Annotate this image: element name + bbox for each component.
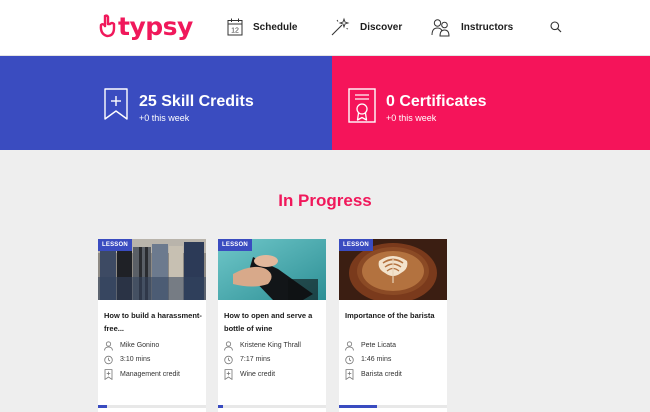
lesson-progress-bar	[98, 405, 206, 408]
lesson-thumbnail: LESSON	[339, 239, 447, 300]
search-icon	[550, 21, 562, 33]
logo-text: typsy	[118, 11, 193, 41]
certificates-weekly: +0 this week	[386, 113, 437, 123]
lesson-card[interactable]: LESSON How to open and serve a bottle of…	[218, 239, 326, 412]
lesson-credit: Management credit	[104, 369, 180, 380]
lesson-progress-fill	[339, 405, 377, 408]
lesson-duration: 1:46 mins	[345, 354, 391, 365]
certificate-icon	[348, 88, 376, 123]
lesson-progress-fill	[98, 405, 107, 408]
author-name: Mike Gonino	[120, 342, 160, 349]
top-header: typsy 12 Schedule Discover Instructors	[0, 0, 650, 56]
lesson-progress-bar	[218, 405, 326, 408]
clock-icon	[345, 355, 354, 364]
skill-credits-banner[interactable]: 25 Skill Credits +0 this week	[0, 56, 332, 150]
calendar-day-number: 12	[231, 28, 239, 35]
lesson-credit: Wine credit	[224, 369, 275, 380]
lesson-card[interactable]: LESSON How to build a harassment-free...…	[98, 239, 206, 412]
lesson-duration: 7:17 mins	[224, 354, 270, 365]
duration-text: 1:46 mins	[361, 356, 392, 363]
lesson-author: Mike Gonino	[104, 340, 159, 351]
lesson-thumbnail: LESSON	[98, 239, 206, 300]
clock-icon	[224, 355, 233, 364]
skill-credits-count: 25 Skill Credits	[139, 93, 254, 110]
bookmark-plus-icon	[104, 88, 128, 120]
nav-discover[interactable]: Discover	[330, 15, 402, 39]
clock-icon	[104, 355, 113, 364]
nav-discover-label: Discover	[360, 21, 403, 33]
lesson-author: Pete Licata	[345, 340, 396, 351]
person-icon	[345, 340, 354, 351]
certificates-count: 0 Certificates	[386, 93, 487, 110]
nav-schedule[interactable]: 12 Schedule	[227, 15, 297, 39]
lesson-badge: LESSON	[98, 239, 132, 251]
lesson-progress-bar	[339, 405, 447, 408]
author-name: Pete Licata	[361, 342, 397, 349]
person-icon	[104, 340, 113, 351]
person-icon	[224, 340, 233, 351]
people-icon	[431, 19, 450, 37]
lesson-duration: 3:10 mins	[104, 354, 150, 365]
skill-credits-weekly: +0 this week	[139, 113, 190, 123]
bookmark-plus-icon	[224, 369, 233, 380]
duration-text: 7:17 mins	[240, 356, 271, 363]
search-button[interactable]	[549, 20, 563, 34]
certificates-banner[interactable]: 0 Certificates +0 this week	[332, 56, 650, 150]
magic-wand-icon	[331, 17, 350, 36]
lesson-author: Kristene King Thrall	[224, 340, 301, 351]
credit-text: Management credit	[120, 371, 180, 378]
lesson-thumbnail: LESSON	[218, 239, 326, 300]
typsy-logo[interactable]: typsy	[98, 11, 193, 41]
nav-instructors[interactable]: Instructors	[431, 15, 513, 39]
lesson-badge: LESSON	[339, 239, 373, 251]
hand-logo-icon	[99, 14, 116, 38]
nav-schedule-label: Schedule	[253, 21, 298, 33]
lesson-title: Importance of the barista	[345, 311, 435, 320]
credit-text: Barista credit	[361, 371, 402, 378]
calendar-icon: 12	[227, 18, 243, 36]
lesson-card[interactable]: LESSON Importance of the barista Pete Li…	[339, 239, 447, 412]
lesson-title: How to open and serve a bottle of wine	[224, 311, 313, 333]
lesson-progress-fill	[218, 405, 224, 408]
author-name: Kristene King Thrall	[240, 342, 301, 349]
bookmark-plus-icon	[345, 369, 354, 380]
lesson-title: How to build a harassment-free...	[104, 311, 202, 333]
lesson-credit: Barista credit	[345, 369, 402, 380]
credit-text: Wine credit	[240, 371, 276, 378]
bookmark-plus-icon	[104, 369, 113, 380]
duration-text: 3:10 mins	[120, 356, 151, 363]
nav-instructors-label: Instructors	[461, 21, 514, 33]
lesson-badge: LESSON	[218, 239, 252, 251]
in-progress-heading: In Progress	[278, 191, 372, 210]
